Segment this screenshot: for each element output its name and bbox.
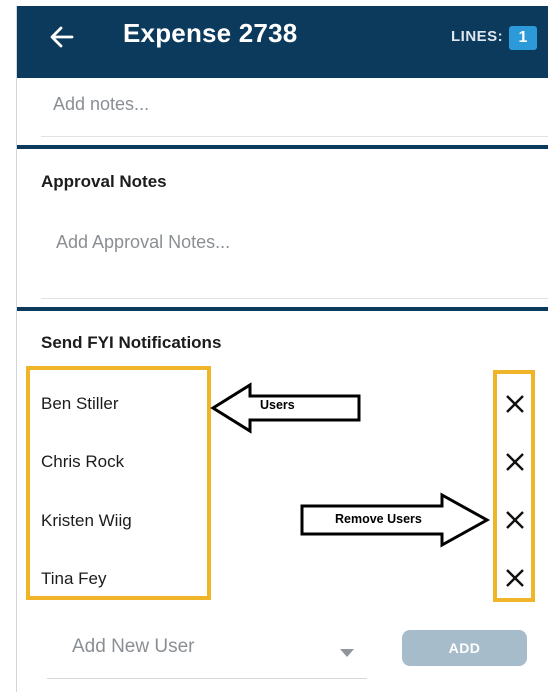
add-new-user-underline [47, 678, 367, 679]
users-callout-label: Users [260, 398, 295, 412]
fyi-notifications-heading: Send FYI Notifications [41, 333, 222, 352]
remove-users-callout-label: Remove Users [335, 512, 422, 526]
approval-notes-underline [41, 298, 548, 299]
page-title: Expense 2738 [123, 18, 298, 48]
add-new-user-placeholder: Add New User [72, 636, 195, 657]
approval-notes-input[interactable]: Add Approval Notes... [56, 232, 230, 253]
add-user-button[interactable]: ADD [402, 630, 527, 666]
approval-notes-heading: Approval Notes [41, 172, 167, 191]
remove-highlight-box [493, 370, 535, 602]
lines-label: LINES: [451, 28, 504, 45]
caret-down-icon [340, 649, 354, 657]
expense-screen: Expense 2738 LINES: 1 Add notes... Appro… [17, 6, 548, 692]
notes-underline [41, 136, 548, 137]
section-divider [17, 145, 548, 149]
add-new-user-select[interactable]: Add New User [47, 628, 367, 679]
lines-count-badge[interactable]: 1 [509, 26, 537, 50]
arrow-left-icon [50, 26, 74, 48]
users-highlight-box [26, 366, 211, 600]
app-header: Expense 2738 LINES: 1 [17, 6, 548, 78]
section-divider [17, 307, 548, 311]
back-button[interactable] [47, 22, 77, 52]
notes-input[interactable]: Add notes... [53, 94, 149, 115]
